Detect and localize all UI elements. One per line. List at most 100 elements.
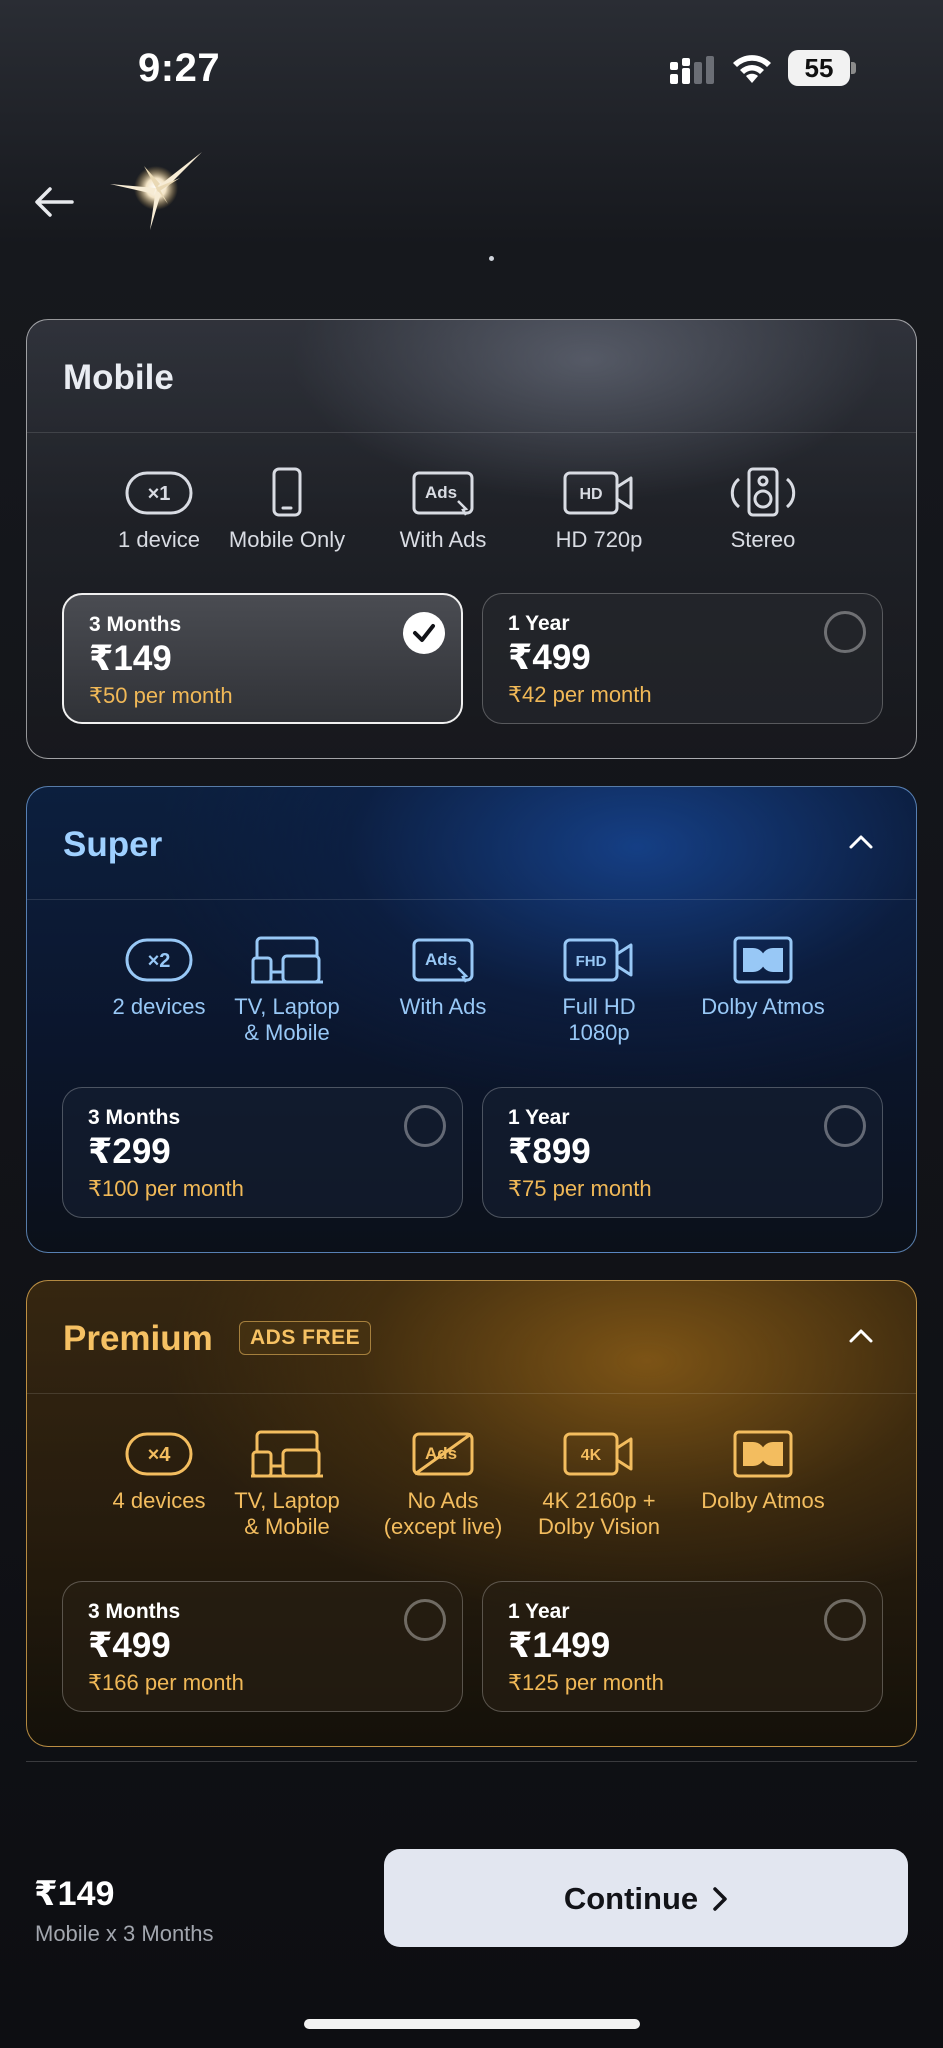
svg-text:Ads: Ads (425, 950, 457, 969)
plan-features: ×4 4 devices TV, Laptop & Mobile Ads No … (27, 1394, 916, 1544)
plan-card-header: Premium ADS FREE (27, 1281, 916, 1394)
feature-label: With Ads (399, 994, 487, 1019)
radio-button[interactable] (824, 1105, 866, 1147)
tv-laptop-icon (251, 1430, 323, 1478)
chevron-up-icon[interactable] (846, 1321, 876, 1351)
feature-audio: Dolby Atmos (683, 1428, 843, 1514)
device-count-icon: ×2 (125, 938, 193, 982)
chevron-right-icon (713, 1887, 727, 1911)
svg-text:×4: ×4 (148, 1444, 172, 1466)
ads-free-badge: ADS FREE (239, 1321, 372, 1355)
plan-card-header: Mobile (27, 320, 916, 433)
tv-laptop-icon (251, 936, 323, 984)
option-1-year[interactable]: 1 Year ₹899 ₹75 per month (482, 1087, 883, 1218)
video-camera-icon: 4K (563, 1432, 633, 1476)
feature-label: No Ads (except live) (383, 1488, 503, 1539)
feature-label: 4K 2160p + Dolby Vision (538, 1488, 660, 1539)
plan-features: ×1 1 device Mobile Only Ads With Ads HD … (27, 433, 916, 583)
option-1-year[interactable]: 1 Year ₹1499 ₹125 per month (482, 1581, 883, 1712)
feature-resolution: 4K 4K 2160p + Dolby Vision (519, 1428, 679, 1540)
option-price: ₹299 (88, 1132, 171, 1171)
svg-text:×1: ×1 (148, 483, 171, 505)
feature-device-type: Mobile Only (207, 467, 367, 553)
radio-button[interactable] (404, 1599, 446, 1641)
device-count-icon: ×4 (125, 1432, 193, 1476)
dolby-icon (733, 1430, 793, 1478)
footer-divider (26, 1761, 917, 1762)
checkmark-icon[interactable] (403, 612, 445, 654)
option-per-month: ₹42 per month (508, 682, 652, 707)
feature-device-type: TV, Laptop & Mobile (207, 1428, 367, 1540)
option-price: ₹499 (508, 638, 591, 677)
sparkle-logo-icon (110, 152, 202, 230)
option-period: 1 Year (508, 612, 570, 635)
plan-features: ×2 2 devices TV, Laptop & Mobile Ads Wit… (27, 900, 916, 1050)
feature-device-type: TV, Laptop & Mobile (207, 934, 367, 1046)
radio-button[interactable] (404, 1105, 446, 1147)
chevron-up-icon[interactable] (846, 827, 876, 857)
option-per-month: ₹50 per month (89, 683, 233, 708)
battery-icon: 55 (788, 50, 858, 86)
no-ads-icon: Ads (412, 1432, 474, 1476)
feature-resolution: FHD Full HD 1080p (519, 934, 679, 1046)
option-per-month: ₹166 per month (88, 1670, 244, 1695)
speaker-icon (730, 467, 796, 517)
continue-button[interactable]: Continue (384, 1849, 908, 1947)
wifi-icon (733, 55, 771, 83)
back-arrow-icon[interactable] (32, 182, 76, 222)
cellular-signal-icon (670, 56, 714, 84)
option-period: 1 Year (508, 1106, 570, 1129)
option-period: 3 Months (88, 1600, 181, 1623)
plan-card-premium[interactable]: Premium ADS FREE ×4 4 devices TV, Laptop… (26, 1280, 917, 1747)
option-1-year[interactable]: 1 Year ₹499 ₹42 per month (482, 593, 883, 724)
page-dot (489, 256, 494, 261)
option-price: ₹899 (508, 1132, 591, 1171)
radio-button[interactable] (824, 611, 866, 653)
battery-level: 55 (788, 50, 850, 86)
phone-icon (272, 467, 302, 517)
option-period: 3 Months (88, 1106, 181, 1129)
video-camera-icon: HD (563, 471, 633, 515)
feature-label: Dolby Atmos (701, 994, 825, 1019)
feature-label: Stereo (730, 527, 796, 552)
svg-text:FHD: FHD (576, 953, 607, 970)
plan-title: Super (63, 825, 163, 864)
feature-label: Mobile Only (228, 527, 346, 552)
feature-label: TV, Laptop & Mobile (234, 1488, 340, 1539)
ads-icon: Ads (412, 471, 474, 516)
feature-label: HD 720p (555, 527, 643, 552)
device-count-icon: ×1 (125, 471, 193, 515)
plan-card-mobile[interactable]: Mobile ×1 1 device Mobile Only Ads With … (26, 319, 917, 759)
radio-button[interactable] (824, 1599, 866, 1641)
plan-title: Mobile (63, 358, 174, 397)
feature-resolution: HD HD 720p (519, 467, 679, 553)
feature-audio: Dolby Atmos (683, 934, 843, 1020)
feature-label: With Ads (399, 527, 487, 552)
option-3-months[interactable]: 3 Months ₹149 ₹50 per month (62, 593, 463, 724)
plan-card-header: Super (27, 787, 916, 900)
option-3-months[interactable]: 3 Months ₹299 ₹100 per month (62, 1087, 463, 1218)
status-bar: 9:27 55 (0, 0, 943, 130)
feature-label: TV, Laptop & Mobile (234, 994, 340, 1045)
option-price: ₹1499 (508, 1626, 611, 1665)
home-indicator (304, 2019, 640, 2029)
feature-ads: Ads With Ads (363, 467, 523, 553)
option-per-month: ₹125 per month (508, 1670, 664, 1695)
selected-price: ₹149 (34, 1875, 115, 1913)
option-per-month: ₹100 per month (88, 1176, 244, 1201)
video-camera-icon: FHD (563, 938, 633, 982)
feature-label: Full HD 1080p (562, 994, 636, 1045)
feature-audio: Stereo (683, 467, 843, 553)
svg-text:4K: 4K (581, 1447, 602, 1464)
option-per-month: ₹75 per month (508, 1176, 652, 1201)
option-price: ₹499 (88, 1626, 171, 1665)
option-period: 1 Year (508, 1600, 570, 1623)
feature-ads: Ads No Ads (except live) (363, 1428, 523, 1540)
selected-summary: Mobile x 3 Months (35, 1921, 214, 1946)
svg-text:×2: ×2 (148, 950, 171, 972)
plan-card-super[interactable]: Super ×2 2 devices TV, Laptop & Mobile A… (26, 786, 917, 1253)
option-3-months[interactable]: 3 Months ₹499 ₹166 per month (62, 1581, 463, 1712)
plan-title: Premium (63, 1319, 213, 1358)
ads-icon: Ads (412, 938, 474, 983)
status-time: 9:27 (138, 46, 221, 90)
